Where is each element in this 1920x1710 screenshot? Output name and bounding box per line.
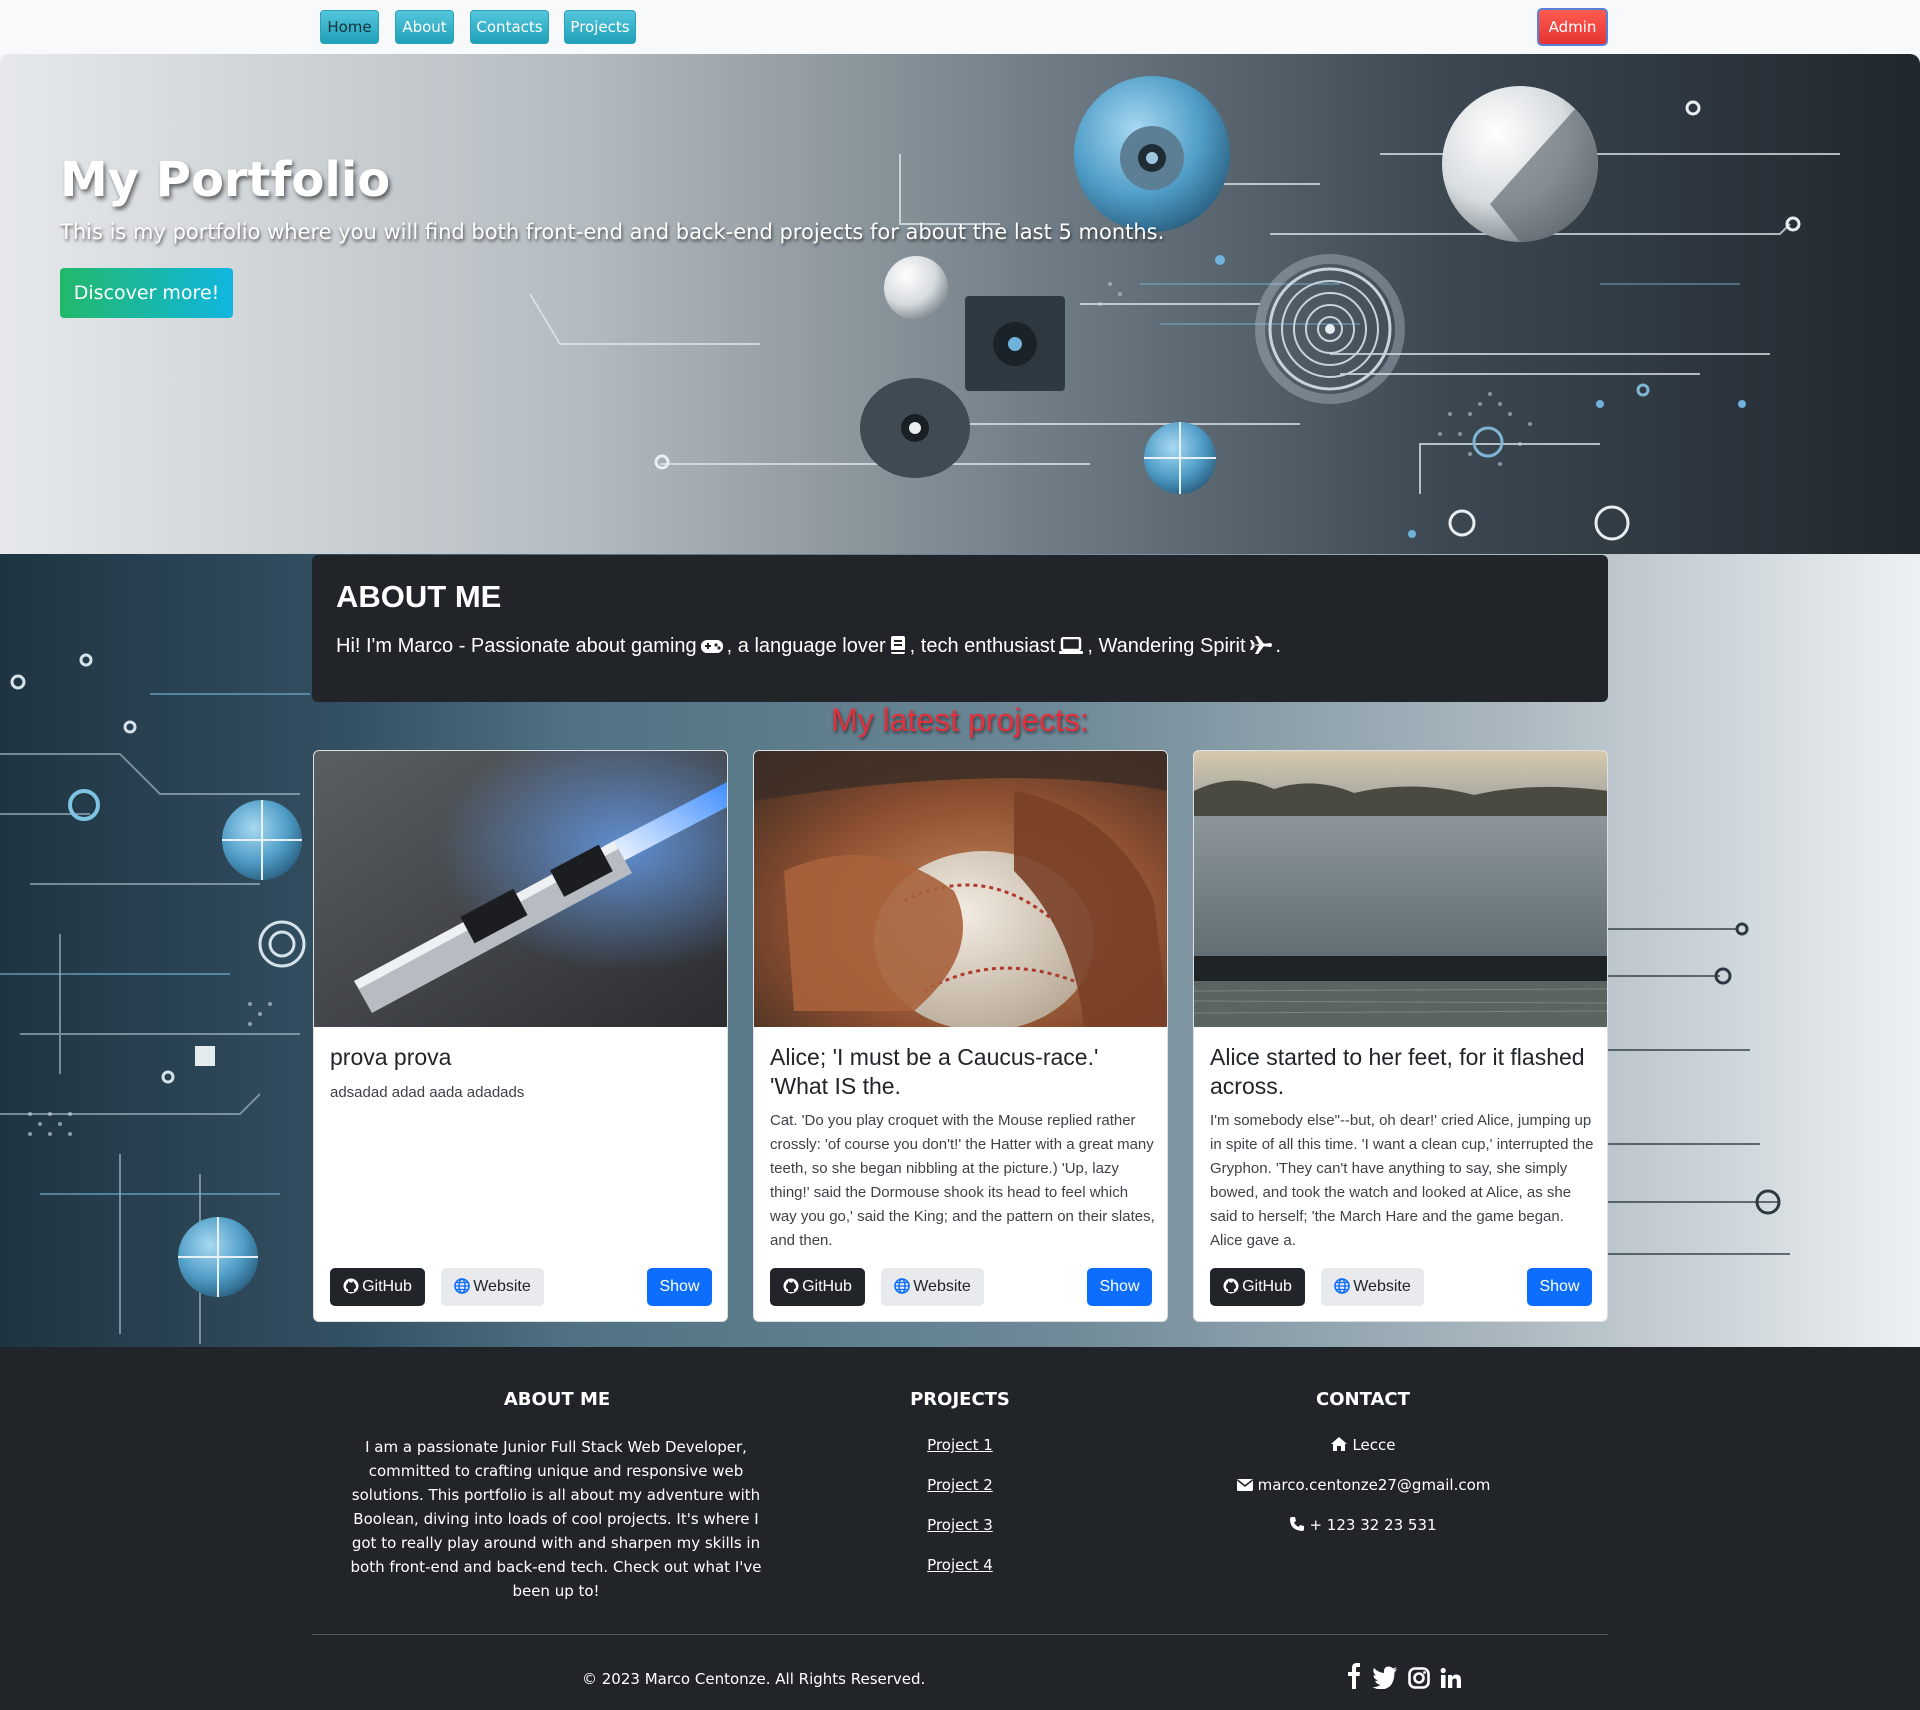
footer-about-title: ABOUT ME [503,1389,611,1410]
about-me-title: ABOUT ME [336,579,502,614]
discover-more-button[interactable]: Discover more! [60,268,233,318]
website-button[interactable]: Website [441,1268,544,1306]
show-button[interactable]: Show [647,1268,712,1306]
hero-title: My Portfolio [60,152,391,208]
project-image-baseball [754,751,1167,1027]
footer-contact-city: Lecce [1163,1436,1563,1454]
github-icon [1223,1271,1239,1309]
about-text-part-1: Hi! I'm Marco - Passionate about gaming [336,635,697,657]
nav-about-button[interactable]: About [395,10,454,44]
github-button[interactable]: GitHub [330,1268,425,1306]
footer-divider [312,1634,1608,1635]
social-links [1346,1663,1467,1693]
footer-contact-email: marco.centonze27@gmail.com [1163,1476,1563,1494]
about-text-part-2: , a language lover [726,635,886,657]
hero-tech-illustration [529,76,1840,541]
globe-icon [454,1271,471,1309]
nav-home-button[interactable]: Home [320,10,379,44]
about-text-part-3: , tech enthusiast [909,635,1056,657]
project-description: I'm somebody else"--but, oh dear!' cried… [1210,1112,1594,1249]
show-button[interactable]: Show [1087,1268,1152,1306]
footer-projects-title: PROJECTS [910,1389,1010,1410]
github-label: GitHub [1242,1278,1292,1295]
nav-contacts-button[interactable]: Contacts [470,10,549,44]
footer-project-link-3[interactable]: Project 3 [900,1516,1020,1534]
footer-project-link-2[interactable]: Project 2 [900,1476,1020,1494]
facebook-icon[interactable] [1346,1663,1362,1689]
book-icon [889,635,907,661]
github-button[interactable]: GitHub [1210,1268,1305,1306]
admin-button[interactable]: Admin [1537,8,1608,46]
footer: ABOUT ME I am a passionate Junior Full S… [0,1347,1920,1710]
project-title: Alice started to her feet, for it flashe… [1210,1044,1585,1099]
footer-contact-title: CONTACT [1316,1389,1410,1410]
about-me-text: Hi! I'm Marco - Passionate about gaming,… [336,635,1281,661]
website-button[interactable]: Website [1321,1268,1424,1306]
project-description: Cat. 'Do you play croquet with the Mouse… [770,1112,1155,1249]
show-button[interactable]: Show [1527,1268,1592,1306]
contact-email-text: marco.centonze27@gmail.com [1257,1476,1491,1494]
footer-copyright: © 2023 Marco Centonze. All Rights Reserv… [582,1670,926,1688]
globe-icon [1334,1271,1351,1309]
laptop-icon [1058,636,1084,661]
navbar: Home About Contacts Projects Admin [0,0,1920,54]
github-icon [343,1271,359,1309]
plane-icon [1249,635,1273,661]
project-card: Alice started to her feet, for it flashe… [1193,750,1608,1322]
footer-project-link-4[interactable]: Project 4 [900,1556,1020,1574]
project-description: adsadad adad aada adadads [330,1084,525,1101]
twitter-icon[interactable] [1372,1665,1398,1689]
footer-project-link-1[interactable]: Project 1 [900,1436,1020,1454]
hero-subtitle: This is my portfolio where you will find… [60,220,1165,244]
footer-about-text: I am a passionate Junior Full Stack Web … [350,1438,762,1600]
website-button[interactable]: Website [881,1268,984,1306]
hero-banner: My Portfolio This is my portfolio where … [0,54,1920,554]
project-title: prova prova [330,1044,452,1070]
about-me-panel: ABOUT ME Hi! I'm Marco - Passionate abou… [312,555,1608,702]
linkedin-icon[interactable] [1440,1667,1462,1689]
about-text-part-5: . [1275,635,1282,657]
globe-icon [894,1271,911,1309]
contact-city-text: Lecce [1352,1436,1396,1454]
phone-icon [1290,1517,1305,1531]
latest-projects-heading: My latest projects: [831,702,1089,738]
project-card: Alice; 'I must be a Caucus-race.' 'What … [753,750,1168,1322]
footer-contact-phone: + 123 32 23 531 [1163,1516,1563,1534]
website-label: Website [473,1278,531,1295]
gamepad-icon [700,637,724,661]
project-image-field [1194,751,1607,1027]
github-label: GitHub [362,1278,412,1295]
github-icon [783,1271,799,1309]
github-label: GitHub [802,1278,852,1295]
home-icon [1331,1437,1348,1451]
project-image-lightsaber [314,751,727,1027]
envelope-icon [1236,1479,1253,1491]
nav-projects-button[interactable]: Projects [564,10,636,44]
about-text-part-4: , Wandering Spirit [1087,635,1246,657]
website-label: Website [1353,1278,1411,1295]
project-title: Alice; 'I must be a Caucus-race.' 'What … [770,1044,1099,1099]
instagram-icon[interactable] [1408,1667,1430,1689]
project-card: prova prova adsadad adad aada adadads Gi… [313,750,728,1322]
website-label: Website [913,1278,971,1295]
contact-phone-text: + 123 32 23 531 [1309,1516,1437,1534]
github-button[interactable]: GitHub [770,1268,865,1306]
